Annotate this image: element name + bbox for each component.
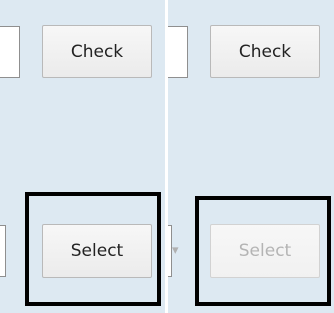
- right-select-button: Select: [210, 224, 320, 278]
- left-check-button[interactable]: Check: [42, 25, 152, 78]
- left-top-input[interactable]: [0, 26, 20, 78]
- right-check-button[interactable]: Check: [210, 25, 320, 78]
- chevron-down-icon[interactable]: ▾: [172, 243, 179, 258]
- left-panel: Check Select: [0, 0, 165, 313]
- left-select-button[interactable]: Select: [42, 224, 152, 278]
- left-bottom-input[interactable]: [0, 225, 6, 277]
- right-panel: Check ▾ Select: [168, 0, 334, 313]
- right-top-input[interactable]: [168, 26, 188, 78]
